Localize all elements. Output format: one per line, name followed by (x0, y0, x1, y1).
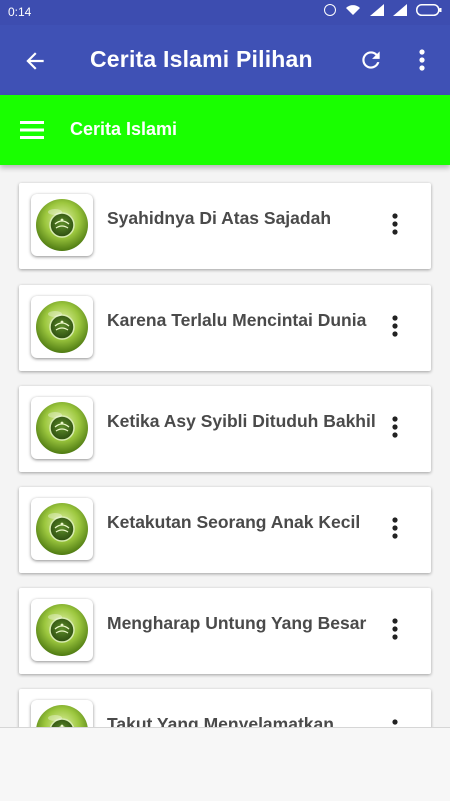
back-arrow-icon[interactable] (22, 48, 48, 74)
hamburger-menu-icon[interactable] (20, 120, 46, 140)
quran-emblem-icon (31, 700, 93, 727)
story-list[interactable]: Syahidnya Di Atas Sajadah Karena Terlalu… (0, 165, 450, 727)
list-item-title: Karena Terlalu Mencintai Dunia (107, 310, 367, 330)
battery-icon (416, 4, 442, 16)
list-item-title: Takut Yang Menyelamatkan (107, 714, 334, 727)
more-vert-icon[interactable] (385, 717, 405, 727)
list-item-title: Mengharap Untung Yang Besar (107, 613, 367, 633)
quran-emblem-icon (31, 397, 93, 459)
app-bar: Cerita Islami Pilihan (0, 25, 450, 95)
list-item-title: Ketika Asy Syibli Dituduh Bakhil (107, 411, 376, 431)
more-vert-icon[interactable] (385, 515, 405, 541)
more-vert-icon[interactable] (385, 616, 405, 642)
section-title: Cerita Islami (70, 119, 178, 139)
quran-emblem-icon (31, 194, 93, 256)
refresh-icon[interactable] (358, 47, 384, 73)
list-item[interactable]: Mengharap Untung Yang Besar (19, 588, 431, 674)
list-item-title: Ketakutan Seorang Anak Kecil (107, 512, 361, 532)
page-title: Cerita Islami Pilihan (90, 46, 313, 72)
more-vert-icon[interactable] (412, 47, 432, 73)
list-item[interactable]: Ketakutan Seorang Anak Kecil (19, 487, 431, 573)
more-vert-icon[interactable] (385, 313, 405, 339)
bottom-area (0, 727, 450, 801)
list-item[interactable]: Ketika Asy Syibli Dituduh Bakhil (19, 386, 431, 472)
alarm-icon (324, 4, 336, 16)
status-icons (324, 4, 442, 16)
section-bar: Cerita Islami (0, 95, 450, 165)
signal-icon (370, 4, 384, 16)
quran-emblem-icon (31, 296, 93, 358)
quran-emblem-icon (31, 599, 93, 661)
wifi-icon (345, 4, 361, 16)
status-bar: 0:14 (0, 0, 450, 25)
list-item[interactable]: Karena Terlalu Mencintai Dunia (19, 285, 431, 371)
list-item[interactable]: Syahidnya Di Atas Sajadah (19, 183, 431, 269)
status-time: 0:14 (8, 5, 32, 19)
more-vert-icon[interactable] (385, 211, 405, 237)
more-vert-icon[interactable] (385, 414, 405, 440)
list-item[interactable]: Takut Yang Menyelamatkan (19, 689, 431, 727)
quran-emblem-icon (31, 498, 93, 560)
list-item-title: Syahidnya Di Atas Sajadah (107, 208, 332, 228)
signal-icon (393, 4, 407, 16)
